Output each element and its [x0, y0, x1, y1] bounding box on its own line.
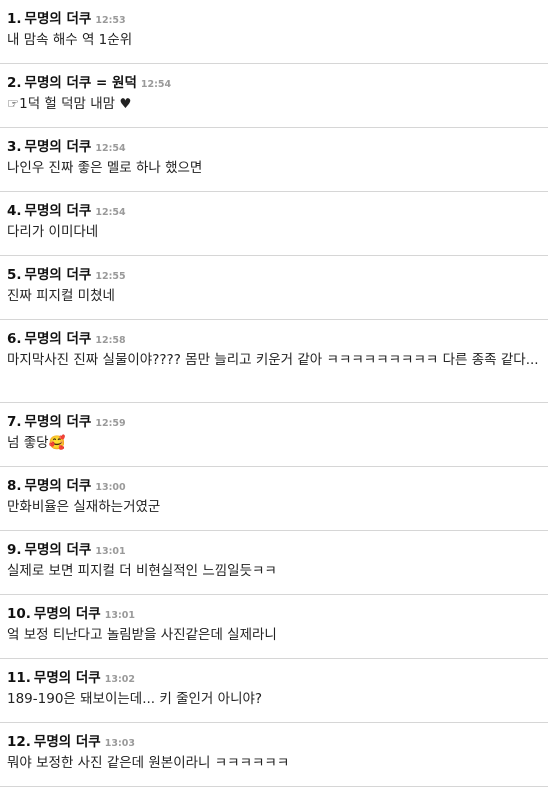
comment-nickname[interactable]: 무명의 더쿠 [25, 542, 92, 558]
comment-nickname[interactable]: 무명의 더쿠 [34, 670, 101, 686]
comment-text: 진짜 피지컬 미쳤네 [7, 288, 115, 304]
comment-text: ☞1덕 헐 덕맘 내맘 ♥ [7, 96, 132, 112]
comment-number: 7. [7, 414, 22, 430]
comment-nickname[interactable]: 무명의 더쿠 [25, 11, 92, 27]
comment-timestamp: 13:03 [104, 738, 135, 749]
comment-meta: 9. 무명의 더쿠 13:01 [7, 539, 540, 559]
comment-number: 1. [7, 11, 22, 27]
comment-meta: 4. 무명의 더쿠 12:54 [7, 200, 540, 220]
comment-meta: 12. 무명의 더쿠 13:03 [7, 731, 540, 751]
comment-text: 뭐야 보정한 사진 같은데 원본이라니 ㅋㅋㅋㅋㅋㅋ [7, 755, 290, 771]
comment-meta: 6. 무명의 더쿠 12:58 [7, 328, 540, 348]
comment-item: 9. 무명의 더쿠 13:01 실제로 보면 피지컬 더 비현실적인 느낌일듯ㅋㅋ [0, 531, 548, 595]
comment-timestamp: 12:55 [95, 271, 126, 282]
comment-number: 11. [7, 670, 31, 686]
comment-meta: 10. 무명의 더쿠 13:01 [7, 603, 540, 623]
comment-text: 189-190은 돼보이는데... 키 줄인거 아니야? [7, 691, 263, 707]
comment-item: 11. 무명의 더쿠 13:02 189-190은 돼보이는데... 키 줄인거 아… [0, 659, 548, 723]
comment-nickname[interactable]: 무명의 더쿠 [25, 139, 92, 155]
comment-timestamp: 12:54 [95, 207, 126, 218]
comment-item: 6. 무명의 더쿠 12:58 마지막사진 진짜 실물이야???? 몸만 늘리고 키… [0, 320, 548, 403]
comment-item: 4. 무명의 더쿠 12:54 다리가 이미다네 [0, 192, 548, 256]
comment-nickname[interactable]: 무명의 더쿠 [25, 414, 92, 430]
comment-text: 다리가 이미다네 [7, 224, 99, 240]
comment-timestamp: 12:54 [95, 143, 126, 154]
comment-number: 5. [7, 267, 22, 283]
comment-timestamp: 13:00 [95, 482, 126, 493]
comment-item: 2. 무명의 더쿠 = 원덕 12:54 ☞1덕 헐 덕맘 내맘 ♥ [0, 64, 548, 128]
comment-nickname[interactable]: 무명의 더쿠 [25, 203, 92, 219]
comment-nickname[interactable]: 무명의 더쿠 [34, 606, 101, 622]
comment-nickname[interactable]: 무명의 더쿠 [34, 734, 101, 750]
comment-timestamp: 13:01 [104, 610, 135, 621]
comment-meta: 2. 무명의 더쿠 = 원덕 12:54 [7, 72, 540, 92]
comment-meta: 7. 무명의 더쿠 12:59 [7, 411, 540, 431]
comment-text: 실제로 보면 피지컬 더 비현실적인 느낌일듯ㅋㅋ [7, 563, 277, 579]
comment-item: 12. 무명의 더쿠 13:03 뭐야 보정한 사진 같은데 원본이라니 ㅋㅋㅋㅋㅋ… [0, 723, 548, 787]
comment-text: 만화비율은 실재하는거였군 [7, 499, 161, 515]
comment-meta: 1. 무명의 더쿠 12:53 [7, 8, 540, 28]
comment-list: 1. 무명의 더쿠 12:53 내 맘속 해수 역 1순위 2. 무명의 더쿠 = 원… [0, 0, 548, 787]
comment-number: 3. [7, 139, 22, 155]
comment-nickname[interactable]: 무명의 더쿠 [25, 478, 92, 494]
comment-number: 9. [7, 542, 22, 558]
comment-item: 5. 무명의 더쿠 12:55 진짜 피지컬 미쳤네 [0, 256, 548, 320]
comment-item: 7. 무명의 더쿠 12:59 넘 좋당🥰 [0, 403, 548, 467]
comment-meta: 8. 무명의 더쿠 13:00 [7, 475, 540, 495]
comment-item: 3. 무명의 더쿠 12:54 나인우 진짜 좋은 멜로 하나 했으면 [0, 128, 548, 192]
comment-timestamp: 13:01 [95, 546, 126, 557]
comment-text: 넘 좋당🥰 [7, 435, 66, 451]
comment-number: 12. [7, 734, 31, 750]
comment-timestamp: 12:53 [95, 15, 126, 26]
comment-text: 엌 보정 티난다고 놀림받을 사진같은데 실제라니 [7, 627, 277, 643]
comment-nickname[interactable]: 무명의 더쿠 [25, 267, 92, 283]
comment-timestamp: 12:59 [95, 418, 126, 429]
comment-text: 내 맘속 해수 역 1순위 [7, 32, 133, 48]
comment-timestamp: 12:54 [140, 79, 172, 90]
comment-number: 2. [7, 75, 22, 91]
comment-item: 10. 무명의 더쿠 13:01 엌 보정 티난다고 놀림받을 사진같은데 실제라니 [0, 595, 548, 659]
comment-number: 4. [7, 203, 22, 219]
comment-timestamp: 12:58 [95, 335, 126, 346]
comment-item: 1. 무명의 더쿠 12:53 내 맘속 해수 역 1순위 [0, 0, 548, 64]
comment-nickname[interactable]: 무명의 더쿠 [25, 331, 92, 347]
comment-number: 8. [7, 478, 22, 494]
comment-meta: 5. 무명의 더쿠 12:55 [7, 264, 540, 284]
comment-item: 8. 무명의 더쿠 13:00 만화비율은 실재하는거였군 [0, 467, 548, 531]
comment-text: 마지막사진 진짜 실물이야???? 몸만 늘리고 키운거 같아 ㅋㅋㅋㅋㅋㅋㅋㅋ… [7, 352, 539, 368]
comment-meta: 11. 무명의 더쿠 13:02 [7, 667, 540, 687]
comment-number: 10. [7, 606, 31, 622]
comment-number: 6. [7, 331, 22, 347]
comment-text: 나인우 진짜 좋은 멜로 하나 했으면 [7, 160, 203, 176]
comment-nickname[interactable]: 무명의 더쿠 = 원덕 [25, 75, 137, 91]
comment-meta: 3. 무명의 더쿠 12:54 [7, 136, 540, 156]
comment-timestamp: 13:02 [104, 674, 135, 685]
